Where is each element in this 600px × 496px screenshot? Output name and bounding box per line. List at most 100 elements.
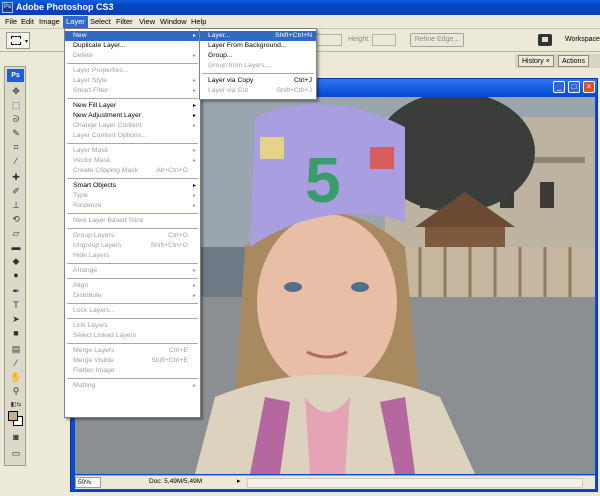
close-icon[interactable]: × — [546, 58, 550, 65]
menu-item-align: Align ▸ — [65, 281, 200, 291]
close-icon[interactable]: × — [583, 81, 595, 93]
menu-item-label: Arrange — [73, 267, 98, 274]
menu-view[interactable]: View — [136, 16, 158, 28]
menu-item-lock-layers: Lock Layers... — [65, 306, 200, 316]
menu-item-link-layers: Link Layers — [65, 321, 200, 331]
menu-item-new-fill-layer[interactable]: New Fill Layer ▸ — [65, 101, 200, 111]
tool-preset-picker[interactable]: ▾ — [6, 32, 30, 49]
menu-item-label: Smart Filter — [73, 87, 109, 94]
height-field[interactable] — [372, 34, 396, 46]
menu-item-duplicate-layer[interactable]: Duplicate Layer... — [65, 41, 200, 51]
rectangle-tool-icon[interactable]: ■ — [10, 328, 22, 338]
menu-item-layer-via-copy[interactable]: Layer via Copy Ctrl+J — [200, 76, 316, 86]
menu-item-layer-from-background[interactable]: Layer From Background... — [200, 41, 316, 51]
quick-mask-icon[interactable]: ◙ — [10, 432, 22, 442]
menu-item-group[interactable]: Group... — [200, 51, 316, 61]
quick-selection-tool-icon[interactable]: ✎ — [10, 128, 22, 138]
palette-well: History × Actions — [515, 54, 600, 68]
path-selection-tool-icon[interactable]: ➤ — [10, 314, 22, 324]
move-tool-icon[interactable]: ✥ — [10, 86, 22, 96]
menu-item-layer[interactable]: Layer... Shift+Ctrl+N — [200, 31, 316, 41]
menu-item-smart-objects[interactable]: Smart Objects ▸ — [65, 181, 200, 191]
menu-item-label: Type — [73, 192, 88, 199]
maximize-icon[interactable]: □ — [568, 81, 580, 93]
tab-history[interactable]: History × — [518, 55, 554, 67]
menu-separator — [67, 278, 198, 279]
app-title: Adobe Photoshop CS3 — [16, 2, 114, 12]
healing-brush-tool-icon[interactable]: ✚ — [10, 172, 22, 182]
eyedropper-2-tool-icon[interactable]: ⁄ — [10, 358, 22, 368]
menu-item-label: Matting — [73, 382, 96, 389]
eyedropper-tool-icon[interactable]: ⁄ — [10, 156, 22, 166]
menu-item-label: Rasterize — [73, 202, 102, 209]
menu-help[interactable]: Help — [188, 16, 209, 28]
menu-item-new-adjustment-layer[interactable]: New Adjustment Layer ▸ — [65, 111, 200, 121]
menu-item-label: Group... — [208, 52, 233, 59]
menu-item-label: Layer From Background... — [208, 42, 287, 49]
hand-tool-icon[interactable]: ✋ — [10, 372, 22, 382]
refine-edge-button[interactable]: Refine Edge... — [410, 33, 464, 47]
history-brush-tool-icon[interactable]: ⟲ — [10, 214, 22, 224]
menu-item-new[interactable]: New ▸ — [65, 31, 200, 41]
menu-window[interactable]: Window — [157, 16, 190, 28]
lasso-tool-icon[interactable]: ᘐ — [10, 114, 22, 124]
menu-item-flatten-image: Flatten Image — [65, 366, 200, 376]
workspace-icon[interactable] — [538, 34, 552, 46]
photoshop-icon: Ps — [2, 2, 13, 13]
menu-filter[interactable]: Filter — [113, 16, 136, 28]
blur-tool-icon[interactable]: ◆ — [10, 256, 22, 266]
screen-mode-icon[interactable]: ▭ — [10, 448, 22, 458]
crown-sticker — [260, 137, 284, 159]
tab-history-label: History — [522, 58, 544, 65]
pen-tool-icon[interactable]: ✒ — [10, 286, 22, 296]
clone-stamp-tool-icon[interactable]: ⊥ — [10, 200, 22, 210]
menu-separator — [67, 318, 198, 319]
menu-item-label: Duplicate Layer... — [73, 42, 126, 49]
gradient-tool-icon[interactable]: ▬ — [10, 242, 22, 252]
menu-item-label: Group Layers — [73, 232, 115, 239]
zoom-field[interactable]: 50% — [75, 477, 101, 488]
dodge-tool-icon[interactable]: ● — [10, 270, 22, 280]
eraser-tool-icon[interactable]: ▱ — [10, 228, 22, 238]
ps-logo[interactable]: Ps — [7, 69, 24, 82]
menu-layer[interactable]: Layer — [63, 16, 88, 28]
menu-item-layer-style: Layer Style ▸ — [65, 76, 200, 86]
default-colors-icon[interactable]: ◧⇆ — [10, 400, 22, 410]
new-submenu: Layer... Shift+Ctrl+N Layer From Backgroun… — [199, 28, 317, 100]
menu-item-shortcut: Ctrl+G — [168, 232, 188, 239]
type-tool-icon[interactable]: T — [10, 300, 22, 310]
window-4 — [540, 182, 554, 208]
menu-item-select-linked-layers: Select Linked Layers — [65, 331, 200, 341]
notes-tool-icon[interactable]: ▤ — [10, 344, 22, 354]
submenu-arrow-icon: ▸ — [192, 148, 196, 154]
menu-separator — [67, 98, 198, 99]
minimize-icon[interactable]: _ — [553, 81, 565, 93]
submenu-arrow-icon: ▸ — [192, 78, 196, 84]
document-size: Doc: 5,49M/5,49M — [149, 478, 203, 485]
menu-separator — [67, 228, 198, 229]
menu-item-shortcut: Shift+Ctrl+G — [150, 242, 188, 249]
workspace-button[interactable]: Workspace — [565, 36, 600, 43]
menu-item-label: Merge Visible — [73, 357, 115, 364]
zoom-tool-icon[interactable]: ⚲ — [10, 386, 22, 396]
marquee-tool-icon[interactable]: ⬚ — [10, 100, 22, 110]
menu-item-merge-layers: Merge Layers Ctrl+E — [65, 346, 200, 356]
menu-item-label: Smart Objects — [73, 182, 117, 189]
height-label: Height: — [348, 36, 371, 43]
menu-item-label: Select Linked Layers — [73, 332, 137, 339]
crop-tool-icon[interactable]: ⌗ — [10, 142, 22, 152]
foreground-color-swatch[interactable] — [8, 411, 18, 421]
submenu-arrow-icon: ▸ — [192, 113, 196, 119]
horizontal-scrollbar[interactable] — [247, 478, 583, 488]
menu-separator — [67, 178, 198, 179]
brush-tool-icon[interactable]: ✐ — [10, 186, 22, 196]
menu-edit[interactable]: Edit — [18, 16, 37, 28]
menu-image[interactable]: Image — [36, 16, 63, 28]
menu-separator — [67, 63, 198, 64]
crown-number: 5 — [305, 144, 341, 216]
menu-select[interactable]: Select — [87, 16, 114, 28]
tab-actions[interactable]: Actions — [558, 55, 589, 67]
menu-item-label: Delete — [73, 52, 93, 59]
menu-item-new-layer-based-slice: New Layer Based Slice — [65, 216, 200, 226]
chevron-right-icon[interactable]: ▸ — [237, 477, 241, 485]
